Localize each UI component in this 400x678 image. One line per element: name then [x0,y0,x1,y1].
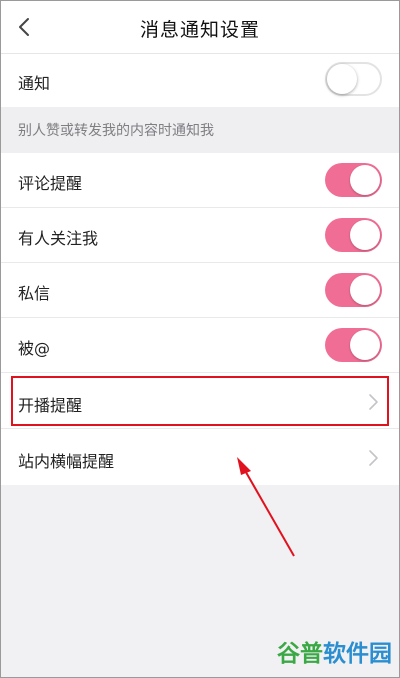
nav-row-banner-reminder[interactable]: 站内横幅提醒 [1,429,399,485]
mention-toggle[interactable] [325,328,382,362]
watermark-part-2: 软件园 [323,641,392,667]
toggle-row-label: 有人关注我 [18,229,99,248]
toggle-knob [350,165,380,195]
follow-toggle[interactable] [325,218,382,252]
section-header: 别人赞或转发我的内容时通知我 [1,107,399,153]
chevron-right-icon [369,394,378,410]
toggle-row-label: 私信 [18,284,51,303]
notification-row: 通知 [1,54,399,107]
watermark-part-1: 谷普 [277,641,323,667]
notification-label: 通知 [18,74,51,93]
toggle-row-message: 私信 [1,263,399,318]
watermark-logo: 谷普软件园 [277,634,392,668]
toggle-row-label: 评论提醒 [18,174,83,193]
page-title: 消息通知设置 [139,19,260,41]
message-toggle[interactable] [325,273,382,307]
comment-toggle[interactable] [325,163,382,197]
nav-row-label: 站内横幅提醒 [18,452,115,471]
toggle-row-mention: 被@ [1,318,399,373]
chevron-right-icon [369,450,378,466]
nav-header: 消息通知设置 [1,1,399,54]
toggle-knob [350,275,380,305]
toggle-row-follow: 有人关注我 [1,208,399,263]
toggle-knob [350,330,380,360]
nav-row-label: 开播提醒 [18,396,83,415]
toggle-knob [350,220,380,250]
notification-toggle[interactable] [325,62,382,96]
toggle-row-label: 被@ [18,339,51,358]
toggle-row-comment: 评论提醒 [1,153,399,208]
section-header-text: 别人赞或转发我的内容时通知我 [18,123,214,139]
nav-row-live-reminder[interactable]: 开播提醒 [1,373,399,429]
app-screen: 消息通知设置 通知 别人赞或转发我的内容时通知我 评论提醒 有人关注我 私信 被… [0,0,400,678]
toggle-knob [327,64,357,94]
